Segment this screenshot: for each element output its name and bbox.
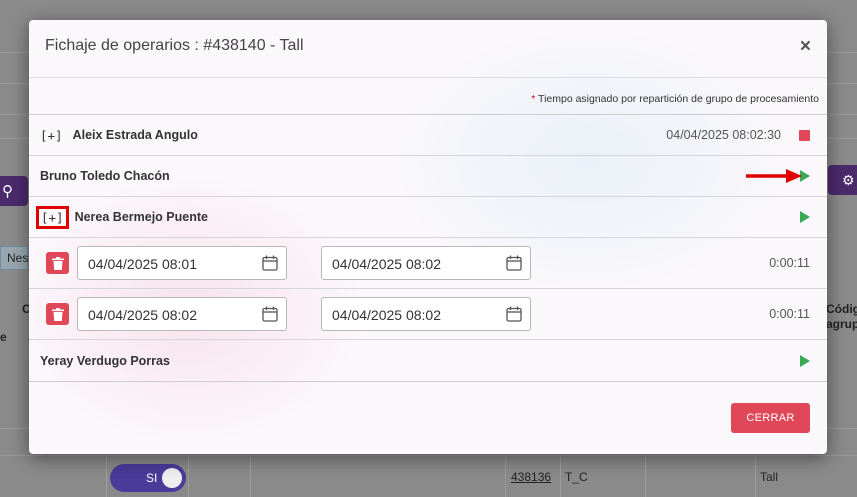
bg-codigo-header-line2: agrup (826, 317, 857, 331)
user-icon: ⚙ (842, 172, 855, 188)
entry-duration: 0:00:11 (769, 256, 810, 270)
operator-actions (800, 354, 816, 367)
operator-row: [+] Aleix Estrada Angulo 04/04/2025 08:0… (29, 115, 827, 156)
time-entry-row: 04/04/2025 08:02 04/04/2025 08:02 0:00:1… (29, 289, 827, 340)
end-datetime-value: 04/04/2025 08:02 (332, 256, 441, 272)
bg-nes-field[interactable]: Nes (0, 246, 28, 270)
bg-row-link[interactable]: 438136 (511, 470, 551, 484)
start-datetime-input[interactable]: 04/04/2025 08:02 (77, 297, 287, 331)
clock-in-timestamp: 04/04/2025 08:02:30 (666, 128, 781, 142)
bg-codigo-header-line1: Códig (826, 302, 857, 316)
operator-actions (800, 170, 816, 182)
end-datetime-value: 04/04/2025 08:02 (332, 307, 441, 323)
time-entry-row: 04/04/2025 08:01 04/04/2025 08:02 0:00:1… (29, 238, 827, 289)
operator-row: [+] Nerea Bermejo Puente (29, 197, 827, 238)
bg-action-button[interactable]: ⚙ (828, 165, 857, 195)
play-icon[interactable] (800, 354, 810, 367)
search-icon: ⚲ (2, 183, 13, 200)
bg-row-tall: Tall (760, 470, 779, 484)
annotation-arrow-icon (746, 169, 802, 183)
operator-row: Yeray Verdugo Porras (29, 340, 827, 381)
bg-cell-divider (505, 455, 506, 497)
operator-row: Bruno Toledo Chacón (29, 156, 827, 197)
trash-icon (51, 307, 64, 321)
operator-actions (800, 211, 816, 223)
operator-actions: 04/04/2025 08:02:30 (666, 128, 816, 142)
calendar-icon[interactable] (262, 306, 278, 322)
modal-title: Fichaje de operarios : #438140 - Tall (45, 37, 304, 54)
stop-icon[interactable] (799, 129, 810, 141)
bg-cell-divider (755, 455, 756, 497)
operator-name: Nerea Bermejo Puente (74, 210, 208, 224)
operator-name: Bruno Toledo Chacón (40, 169, 170, 183)
expand-toggle[interactable]: [+] (40, 128, 63, 143)
operator-list: [+] Aleix Estrada Angulo 04/04/2025 08:0… (29, 114, 827, 382)
bg-codigo-header: Códig agrup (826, 302, 857, 332)
bg-column-header: e (0, 330, 7, 344)
bg-toggle-label: SI (146, 471, 158, 485)
assigned-time-note: * Tiempo asignado por repartición de gru… (29, 78, 827, 114)
bg-cell-divider (560, 455, 561, 497)
delete-entry-button[interactable] (46, 252, 69, 274)
modal-header: Fichaje de operarios : #438140 - Tall × (29, 20, 827, 77)
expand-toggle[interactable]: [+] (36, 205, 69, 229)
toggle-knob (162, 468, 182, 488)
entry-duration: 0:00:11 (769, 307, 810, 321)
play-icon[interactable] (800, 211, 810, 223)
delete-entry-button[interactable] (46, 303, 69, 325)
bg-search-button[interactable]: ⚲ (0, 176, 28, 206)
operator-name: Aleix Estrada Angulo (72, 128, 198, 142)
bg-cell-divider (645, 455, 646, 497)
bg-cell-divider (106, 455, 107, 497)
start-datetime-value: 04/04/2025 08:02 (88, 307, 197, 323)
operator-clocking-modal: Fichaje de operarios : #438140 - Tall × … (29, 20, 827, 454)
start-datetime-input[interactable]: 04/04/2025 08:01 (77, 246, 287, 280)
end-datetime-input[interactable]: 04/04/2025 08:02 (321, 297, 531, 331)
modal-footer: CERRAR (29, 380, 827, 454)
operator-name: Yeray Verdugo Porras (40, 353, 170, 368)
start-datetime-value: 04/04/2025 08:01 (88, 256, 197, 272)
bg-row-code: T_C (565, 470, 588, 484)
close-button[interactable]: CERRAR (731, 403, 810, 433)
note-text: Tiempo asignado por repartición de grupo… (535, 93, 819, 105)
end-datetime-input[interactable]: 04/04/2025 08:02 (321, 246, 531, 280)
bg-cell-divider (188, 455, 189, 497)
calendar-icon[interactable] (506, 306, 522, 322)
bg-divider (0, 455, 857, 456)
calendar-icon[interactable] (506, 255, 522, 271)
bg-cell-divider (250, 455, 251, 497)
close-icon[interactable]: × (800, 36, 811, 58)
calendar-icon[interactable] (262, 255, 278, 271)
trash-icon (51, 256, 64, 270)
bg-toggle-switch[interactable]: SI (110, 464, 186, 492)
